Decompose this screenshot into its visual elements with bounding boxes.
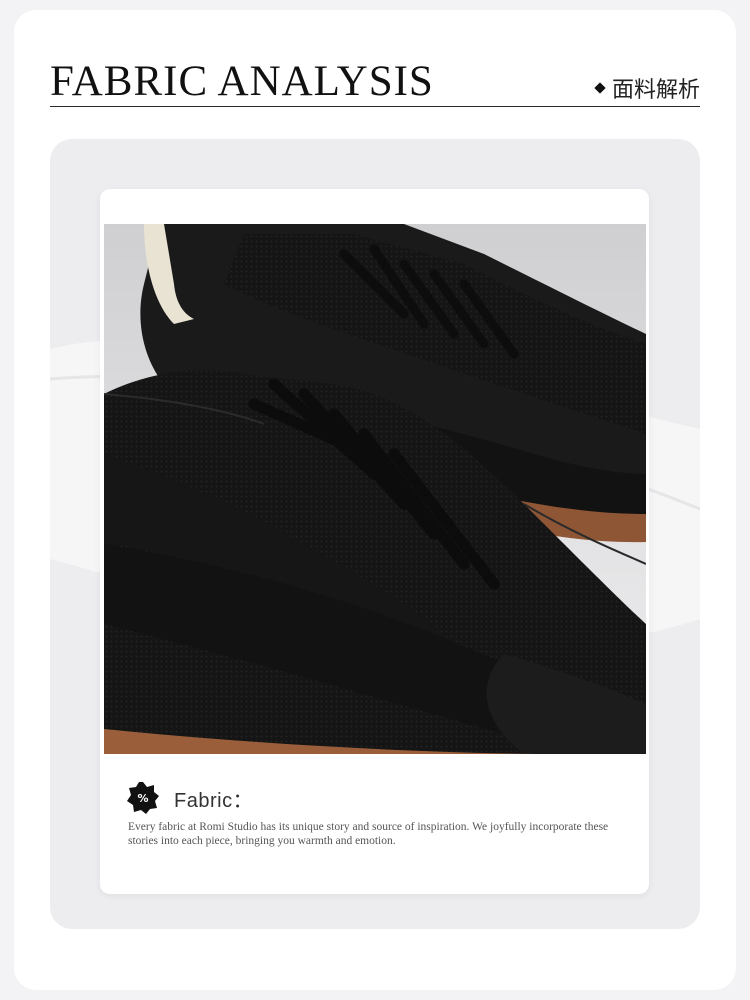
product-stage: % Fabric： Every fabric at Romi Studio ha…: [50, 139, 700, 929]
page-title: FABRIC ANALYSIS: [50, 58, 434, 105]
fabric-card: % Fabric： Every fabric at Romi Studio ha…: [100, 189, 649, 894]
page-subtitle-text: 面料解析: [611, 78, 700, 103]
fabric-badge-icon: %: [127, 782, 159, 814]
fabric-description: Every fabric at Romi Studio has its uniq…: [128, 821, 609, 847]
product-photo: [104, 224, 646, 754]
svg-text:%: %: [137, 792, 148, 805]
fabric-label: Fabric：: [174, 789, 254, 812]
page-panel: FABRIC ANALYSIS 面料解析 % Fabric： Every fab…: [14, 10, 736, 990]
fabric-heading: % Fabric：: [126, 781, 253, 815]
sneaker-illustration: [104, 224, 646, 754]
header-divider: [50, 106, 700, 107]
header: FABRIC ANALYSIS 面料解析: [50, 60, 700, 110]
page-subtitle: 面料解析: [594, 72, 700, 104]
diamond-icon: [594, 82, 606, 94]
